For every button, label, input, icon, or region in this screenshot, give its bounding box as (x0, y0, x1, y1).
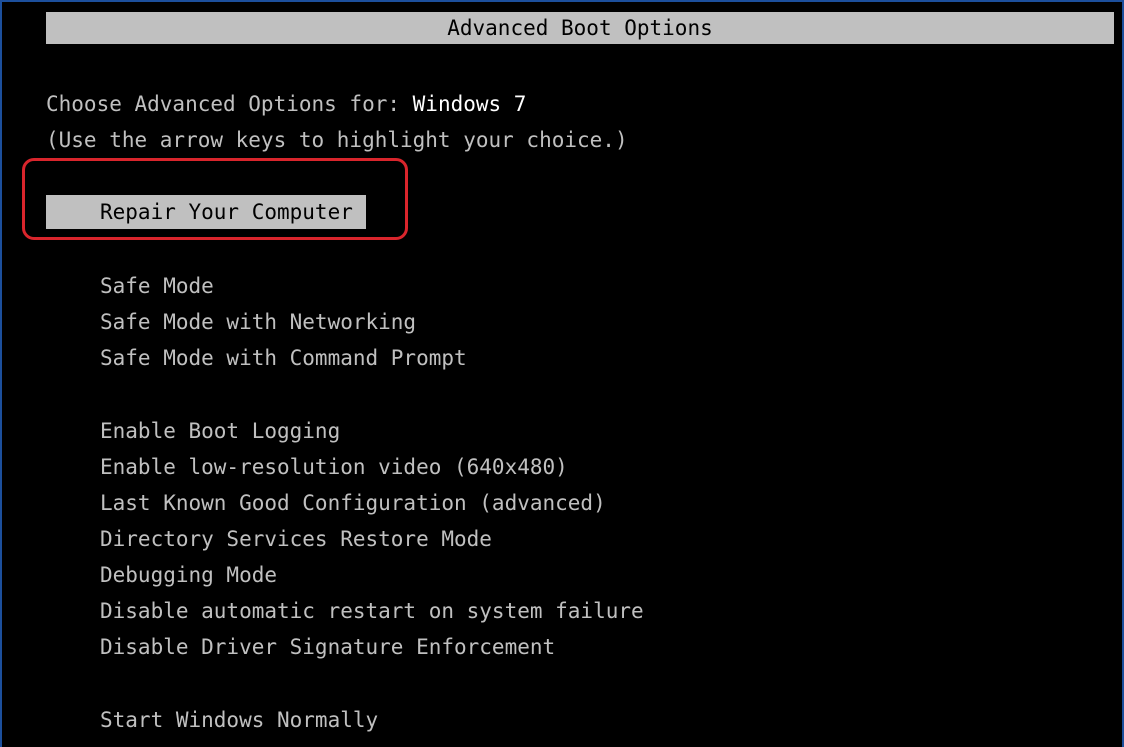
option-safe-mode-networking[interactable]: Safe Mode with Networking (100, 307, 416, 337)
option-safe-mode-command-prompt[interactable]: Safe Mode with Command Prompt (100, 343, 467, 373)
option-start-windows-normally[interactable]: Start Windows Normally (100, 705, 378, 735)
navigation-hint: (Use the arrow keys to highlight your ch… (46, 128, 628, 152)
option-low-resolution-video[interactable]: Enable low-resolution video (640x480) (100, 452, 568, 482)
title-bar: Advanced Boot Options (46, 12, 1114, 44)
os-name: Windows 7 (412, 92, 527, 116)
option-debugging-mode[interactable]: Debugging Mode (100, 560, 277, 590)
option-disable-driver-signature[interactable]: Disable Driver Signature Enforcement (100, 632, 555, 662)
option-last-known-good[interactable]: Last Known Good Configuration (advanced) (100, 488, 606, 518)
option-repair-your-computer[interactable]: Repair Your Computer (46, 195, 366, 229)
option-disable-auto-restart[interactable]: Disable automatic restart on system fail… (100, 596, 644, 626)
option-directory-services-restore[interactable]: Directory Services Restore Mode (100, 524, 492, 554)
boot-screen: Advanced Boot Options Choose Advanced Op… (0, 0, 1124, 747)
boot-prompt: Choose Advanced Options for: Windows 7 (46, 89, 526, 119)
option-safe-mode[interactable]: Safe Mode (100, 271, 214, 301)
prompt-label: Choose Advanced Options for: (46, 92, 413, 116)
option-enable-boot-logging[interactable]: Enable Boot Logging (100, 416, 340, 446)
